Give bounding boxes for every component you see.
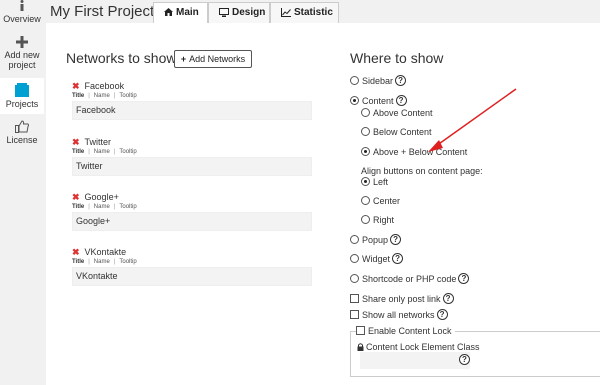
annotation-arrow [428,88,517,152]
